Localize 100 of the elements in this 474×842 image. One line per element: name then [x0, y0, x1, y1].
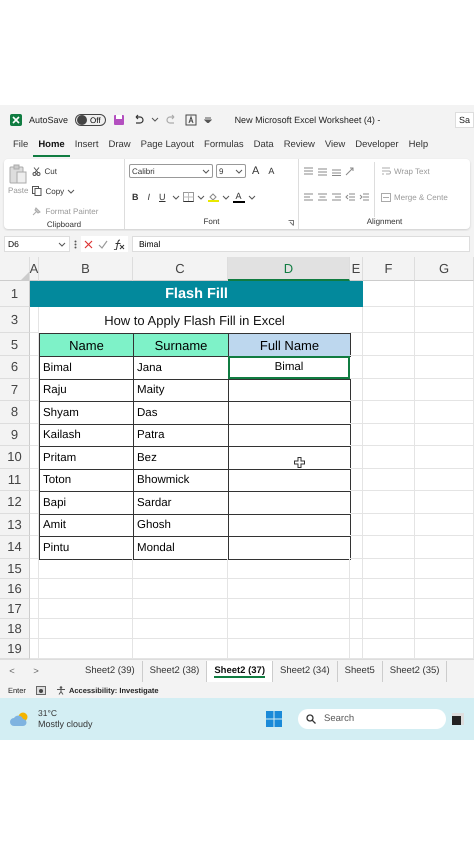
previous-sheet-button[interactable]: <	[0, 666, 24, 676]
excel-logo-icon[interactable]	[10, 114, 22, 126]
empty-cell[interactable]	[39, 578, 133, 598]
sheet-tab[interactable]: Sheet2 (34)	[273, 660, 338, 682]
empty-cell[interactable]	[415, 598, 474, 618]
column-header[interactable]: E	[350, 257, 363, 281]
menu-tab[interactable]: Review	[278, 135, 320, 157]
text-box-icon[interactable]	[184, 114, 197, 126]
empty-cell[interactable]	[415, 281, 474, 307]
row-header[interactable]: 9	[0, 424, 30, 446]
dropdown-caret-icon[interactable]	[150, 117, 159, 123]
empty-cell[interactable]	[363, 491, 415, 514]
menu-tab[interactable]: Draw	[103, 135, 136, 157]
column-header[interactable]: B	[39, 257, 133, 281]
menu-tab[interactable]: View	[320, 135, 350, 157]
align-center-icon[interactable]	[317, 192, 328, 202]
menu-tab[interactable]: Help	[404, 135, 434, 157]
menu-tab[interactable]: Data	[248, 135, 279, 157]
empty-cell[interactable]	[30, 514, 39, 536]
fill-color-icon[interactable]	[208, 192, 219, 202]
empty-cell[interactable]	[133, 558, 228, 578]
row-header[interactable]: 3	[0, 307, 30, 333]
empty-cell[interactable]	[350, 401, 363, 424]
empty-cell[interactable]	[30, 307, 39, 333]
empty-cell[interactable]	[415, 558, 474, 578]
empty-cell[interactable]	[415, 491, 474, 514]
title-bar-search-box[interactable]: Sa	[454, 112, 474, 128]
empty-cell[interactable]	[350, 468, 363, 491]
empty-cell[interactable]	[415, 356, 474, 378]
dialog-launcher-icon[interactable]	[288, 220, 294, 226]
empty-cell[interactable]	[30, 491, 39, 514]
row-header[interactable]: 15	[0, 558, 30, 578]
empty-cell[interactable]	[350, 618, 363, 638]
row-header[interactable]: 19	[0, 638, 30, 658]
empty-cell[interactable]	[39, 598, 133, 618]
empty-cell[interactable]	[30, 536, 39, 558]
more-options-icon[interactable]	[74, 240, 77, 248]
row-header[interactable]: 13	[0, 514, 30, 536]
empty-cell[interactable]	[415, 618, 474, 638]
empty-cell[interactable]	[363, 618, 415, 638]
empty-cell[interactable]	[39, 558, 133, 578]
empty-cell[interactable]	[30, 468, 39, 491]
column-header[interactable]: A	[30, 257, 39, 281]
empty-cell[interactable]	[363, 356, 415, 378]
font-color-button[interactable]: A	[232, 191, 245, 203]
align-bottom-icon[interactable]	[331, 166, 342, 176]
empty-cell[interactable]	[415, 378, 474, 401]
macro-record-icon[interactable]	[36, 686, 46, 694]
column-header[interactable]: C	[133, 257, 228, 281]
empty-cell[interactable]	[363, 578, 415, 598]
empty-cell[interactable]	[350, 378, 363, 401]
empty-cell[interactable]	[350, 333, 363, 356]
align-left-icon[interactable]	[303, 192, 314, 202]
empty-cell[interactable]	[350, 491, 363, 514]
row-header[interactable]: 1	[0, 281, 30, 307]
row-header[interactable]: 18	[0, 618, 30, 638]
autosave-toggle[interactable]: Off	[75, 114, 106, 126]
empty-cell[interactable]	[363, 468, 415, 491]
empty-cell[interactable]	[30, 356, 39, 378]
customize-caret-icon[interactable]	[204, 117, 212, 123]
empty-cell[interactable]	[350, 307, 363, 333]
borders-icon[interactable]	[182, 192, 194, 202]
empty-cell[interactable]	[228, 558, 350, 578]
empty-cell[interactable]	[363, 446, 415, 468]
font-name-dropdown[interactable]: Calibri	[129, 164, 213, 178]
empty-cell[interactable]	[30, 618, 39, 638]
row-header[interactable]: 11	[0, 468, 30, 491]
empty-cell[interactable]	[30, 378, 39, 401]
column-header[interactable]: G	[415, 257, 474, 281]
check-icon[interactable]	[98, 240, 108, 248]
empty-cell[interactable]	[415, 578, 474, 598]
empty-cell[interactable]	[363, 514, 415, 536]
row-header[interactable]: 12	[0, 491, 30, 514]
empty-cell[interactable]	[363, 333, 415, 356]
column-header[interactable]: D	[228, 257, 350, 281]
menu-tab[interactable]: Insert	[70, 135, 104, 157]
accessibility-icon[interactable]	[56, 686, 66, 694]
table-cell[interactable]: Bimal	[228, 356, 350, 378]
empty-cell[interactable]	[133, 598, 228, 618]
empty-cell[interactable]	[415, 333, 474, 356]
formula-input[interactable]: Bimal	[132, 236, 470, 252]
menu-tab[interactable]: File	[8, 135, 34, 157]
sheet-tab[interactable]: Sheet5	[338, 660, 383, 682]
empty-cell[interactable]	[415, 424, 474, 446]
insert-function-icon[interactable]	[113, 238, 125, 250]
empty-cell[interactable]	[363, 536, 415, 558]
empty-cell[interactable]	[133, 618, 228, 638]
table-cell[interactable]	[228, 378, 351, 402]
empty-cell[interactable]	[350, 536, 363, 558]
weather-widget[interactable]: 31°C Mostly cloudy	[38, 708, 93, 730]
empty-cell[interactable]	[30, 401, 39, 424]
next-sheet-button[interactable]: >	[24, 666, 48, 676]
menu-tab[interactable]: Formulas	[199, 135, 249, 157]
row-header[interactable]: 17	[0, 598, 30, 618]
empty-cell[interactable]	[350, 356, 363, 378]
menu-tab[interactable]: Developer	[350, 135, 404, 157]
empty-cell[interactable]	[133, 578, 228, 598]
empty-cell[interactable]	[415, 401, 474, 424]
empty-cell[interactable]	[350, 578, 363, 598]
cut-button[interactable]: Cut	[32, 162, 98, 180]
